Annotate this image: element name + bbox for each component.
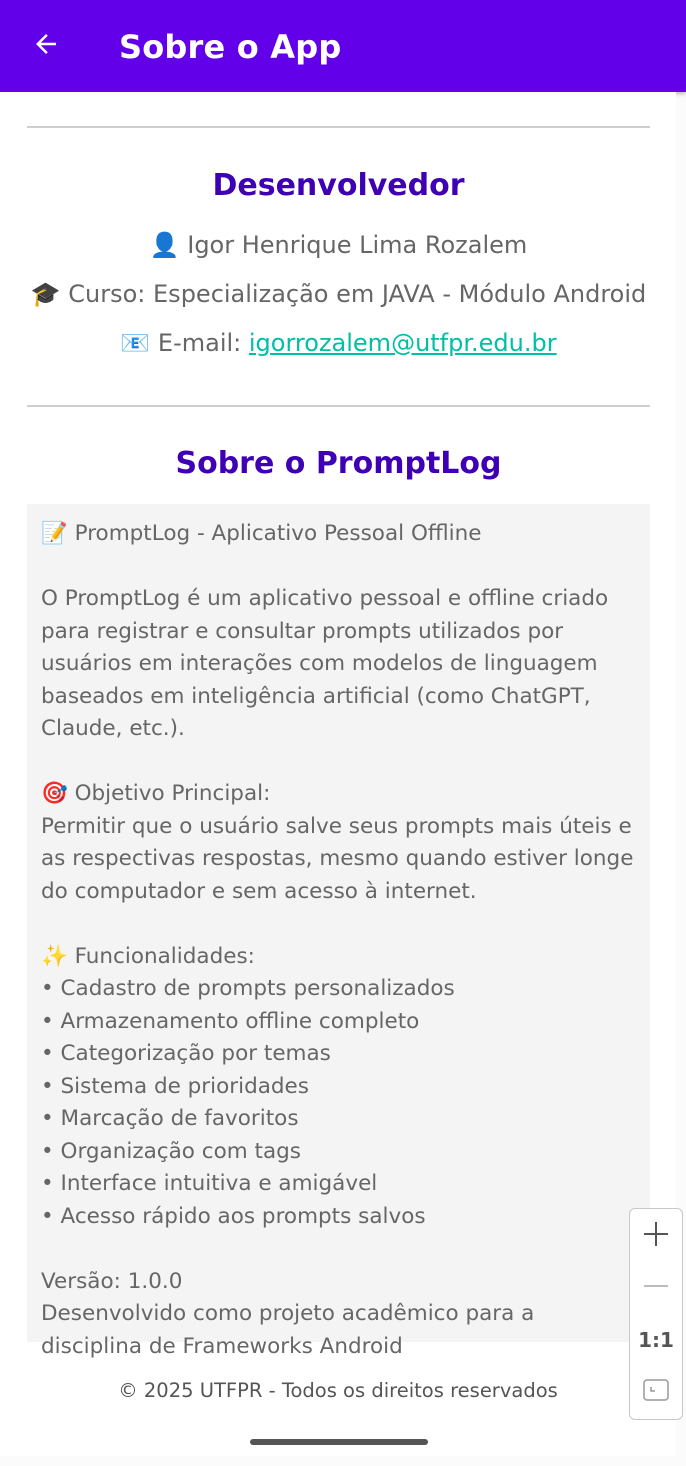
email-label: E-mail: bbox=[157, 329, 242, 357]
zoom-controls: 1:1 bbox=[629, 1208, 683, 1420]
back-button[interactable] bbox=[18, 18, 74, 74]
description-card: 📝 PromptLog - Aplicativo Pessoal Offline… bbox=[27, 504, 650, 1359]
about-content[interactable]: Desenvolvedor 👤 Igor Henrique Lima Rozal… bbox=[0, 92, 676, 1456]
developer-email-row: 📧 E-mail: igorrozalem@utfpr.edu.br bbox=[20, 327, 657, 359]
app-bar: Sobre o App bbox=[0, 0, 686, 92]
arrow-back-icon bbox=[31, 29, 61, 63]
person-icon: 👤 bbox=[149, 231, 180, 259]
email-icon: 📧 bbox=[120, 329, 151, 357]
zoom-in-button[interactable] bbox=[630, 1211, 682, 1261]
minus-icon bbox=[642, 1272, 670, 1304]
email-link[interactable]: igorrozalem@utfpr.edu.br bbox=[249, 329, 557, 357]
divider bbox=[27, 405, 650, 407]
fit-screen-icon bbox=[642, 1376, 670, 1408]
developer-heading: Desenvolvedor bbox=[212, 168, 465, 203]
app-description: 📝 PromptLog - Aplicativo Pessoal Offline… bbox=[41, 521, 634, 1359]
reset-zoom-button[interactable]: 1:1 bbox=[630, 1315, 682, 1365]
developer-course: Curso: Especialização em JAVA - Módulo A… bbox=[68, 280, 647, 308]
developer-course-row: 🎓 Curso: Especialização em JAVA - Módulo… bbox=[20, 278, 657, 310]
fit-screen-button[interactable] bbox=[630, 1367, 682, 1417]
about-heading: Sobre o PromptLog bbox=[175, 446, 502, 481]
home-indicator[interactable] bbox=[250, 1439, 428, 1445]
developer-name-row: 👤 Igor Henrique Lima Rozalem bbox=[20, 229, 657, 261]
divider bbox=[27, 126, 650, 128]
zoom-out-button[interactable] bbox=[630, 1263, 682, 1313]
plus-icon bbox=[642, 1220, 670, 1252]
copyright-footer: © 2025 UTFPR - Todos os direitos reserva… bbox=[118, 1379, 558, 1402]
graduation-cap-icon: 🎓 bbox=[30, 280, 61, 308]
page-title: Sobre o App bbox=[119, 28, 342, 66]
developer-name: Igor Henrique Lima Rozalem bbox=[187, 231, 528, 259]
